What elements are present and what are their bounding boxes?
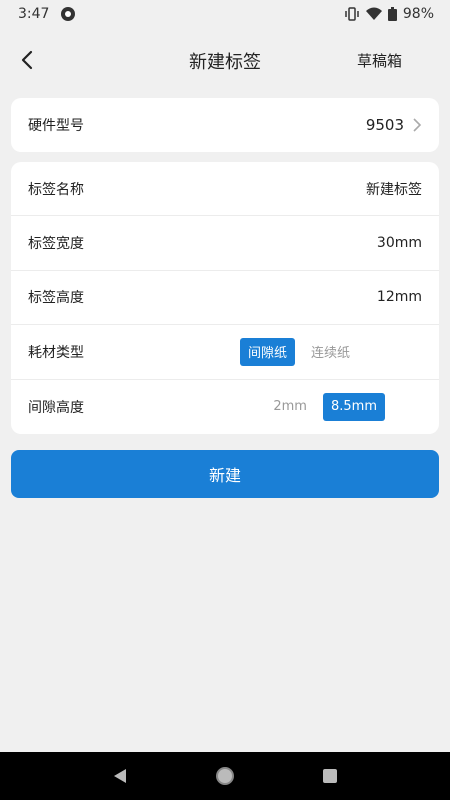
label-width-label: 标签宽度 xyxy=(28,236,84,253)
page-title: 新建标签 xyxy=(189,52,261,73)
label-properties-card: 标签名称 新建标签 标签宽度 30mm 标签高度 12mm 耗材类型 间隙纸 连… xyxy=(11,162,439,434)
consumable-continuous-paper-option[interactable]: 连续纸 xyxy=(303,338,358,366)
status-bar: 3:47 98% xyxy=(0,0,450,28)
create-button[interactable]: 新建 xyxy=(11,450,439,498)
label-height-row[interactable]: 标签高度 12mm xyxy=(11,271,439,326)
label-width-row[interactable]: 标签宽度 30mm xyxy=(11,216,439,271)
back-chevron-icon[interactable] xyxy=(16,48,40,72)
nav-recents-icon[interactable] xyxy=(321,767,339,785)
battery-percent: 98% xyxy=(402,6,434,22)
consumable-gap-paper-option[interactable]: 间隙纸 xyxy=(239,337,295,366)
gap-8-5mm-option[interactable]: 8.5mm xyxy=(322,392,385,421)
gap-2mm-option[interactable]: 2mm xyxy=(265,393,315,421)
gap-height-label: 间隙高度 xyxy=(28,399,84,416)
consumable-type-segmented: 间隙纸 连续纸 xyxy=(239,337,358,366)
chevron-right-icon xyxy=(413,118,422,132)
status-time: 3:47 xyxy=(18,6,50,22)
hardware-model-label: 硬件型号 xyxy=(28,118,84,134)
nav-home-icon[interactable] xyxy=(214,765,236,787)
nav-back-icon[interactable] xyxy=(111,767,129,785)
app-header: 新建标签 草稿箱 xyxy=(0,28,450,94)
label-name-value[interactable]: 新建标签 xyxy=(366,179,422,199)
drafts-button[interactable]: 草稿箱 xyxy=(357,50,402,71)
label-height-label: 标签高度 xyxy=(28,290,84,307)
consumable-type-row: 耗材类型 间隙纸 连续纸 xyxy=(11,325,439,380)
label-name-label: 标签名称 xyxy=(28,181,84,198)
vibrate-icon xyxy=(345,7,359,21)
hardware-model-value-group: 9503 xyxy=(366,116,422,134)
consumable-type-label: 耗材类型 xyxy=(28,344,84,361)
label-width-value[interactable]: 30mm xyxy=(377,235,422,251)
wifi-icon xyxy=(365,7,382,20)
hardware-card: 硬件型号 9503 xyxy=(11,98,439,152)
gap-height-segmented: 2mm 8.5mm xyxy=(265,392,385,421)
hardware-model-value: 9503 xyxy=(365,116,404,134)
app-notification-icon xyxy=(61,7,76,21)
gap-height-row: 间隙高度 2mm 8.5mm xyxy=(11,380,439,434)
label-name-row[interactable]: 标签名称 新建标签 xyxy=(11,162,439,217)
hardware-model-row[interactable]: 硬件型号 9503 xyxy=(11,98,439,152)
battery-icon xyxy=(387,7,397,21)
system-nav-bar xyxy=(0,752,450,800)
label-height-value[interactable]: 12mm xyxy=(377,289,422,305)
